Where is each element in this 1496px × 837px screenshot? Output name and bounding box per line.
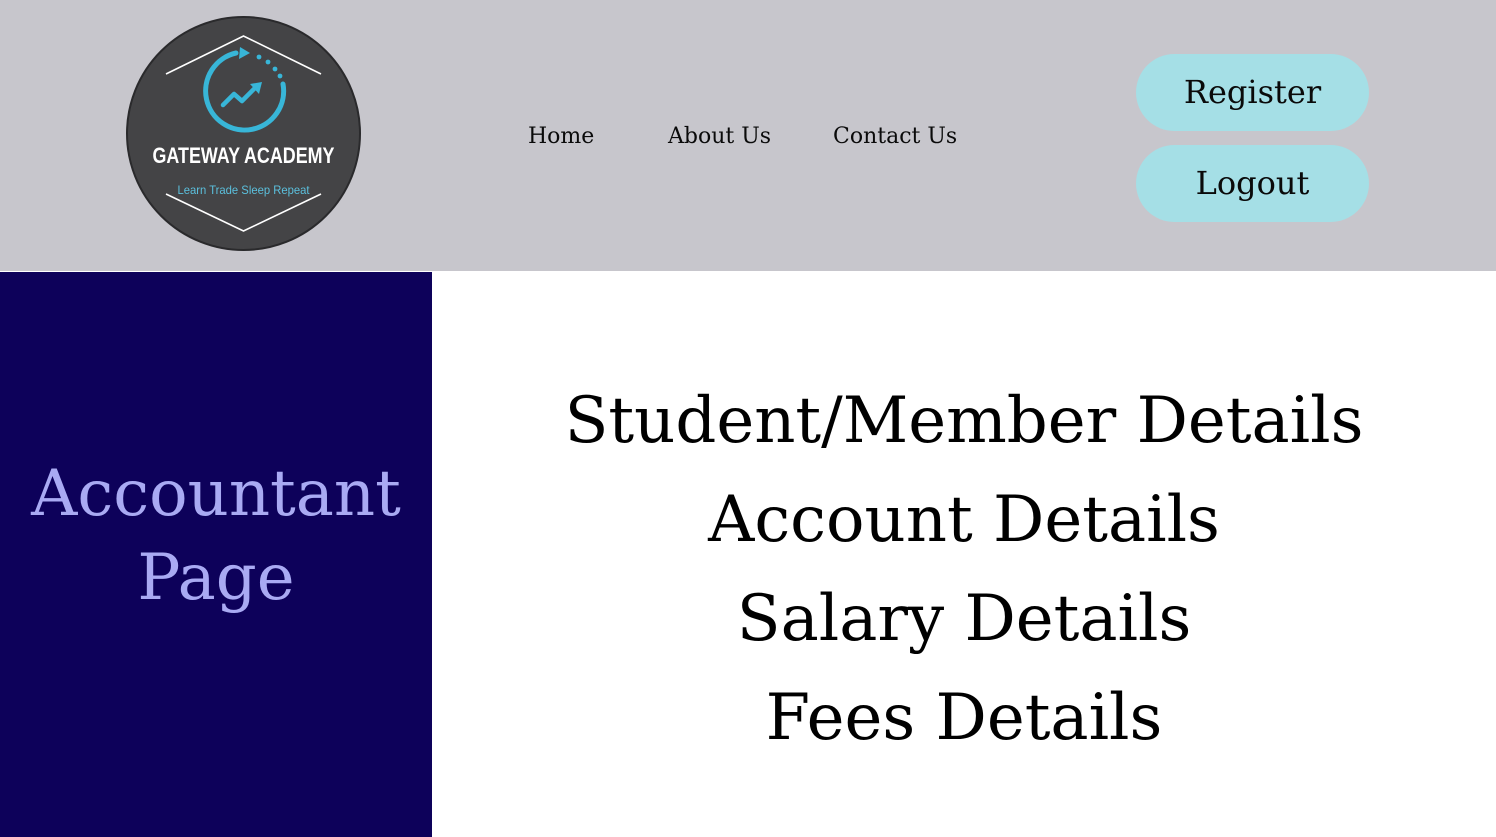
- logo-badge: GATEWAY ACADEMY Learn Trade Sleep Repeat: [126, 16, 361, 251]
- student-member-details-link[interactable]: Student/Member Details: [432, 372, 1496, 471]
- page-title-line-1: Accountant: [31, 457, 401, 531]
- sidebar-panel: Accountant Page: [0, 272, 432, 837]
- fees-details-link[interactable]: Fees Details: [432, 669, 1496, 768]
- page-title-line-2: Page: [137, 541, 295, 615]
- register-button[interactable]: Register: [1136, 54, 1369, 131]
- nav-link-home[interactable]: Home: [528, 122, 594, 152]
- details-menu: Student/Member Details Account Details S…: [432, 372, 1496, 768]
- account-details-link[interactable]: Account Details: [432, 471, 1496, 570]
- header-bar: GATEWAY ACADEMY Learn Trade Sleep Repeat…: [0, 0, 1496, 271]
- nav-link-contact-us[interactable]: Contact Us: [833, 122, 957, 152]
- logout-button[interactable]: Logout: [1136, 145, 1369, 222]
- gateway-academy-logo[interactable]: GATEWAY ACADEMY Learn Trade Sleep Repeat: [126, 16, 361, 251]
- logo-tagline: Learn Trade Sleep Repeat: [178, 183, 311, 197]
- page-title: Accountant Page: [0, 452, 432, 620]
- salary-details-link[interactable]: Salary Details: [432, 570, 1496, 669]
- logo-title: GATEWAY ACADEMY: [153, 143, 335, 168]
- nav-link-about-us[interactable]: About Us: [668, 122, 771, 152]
